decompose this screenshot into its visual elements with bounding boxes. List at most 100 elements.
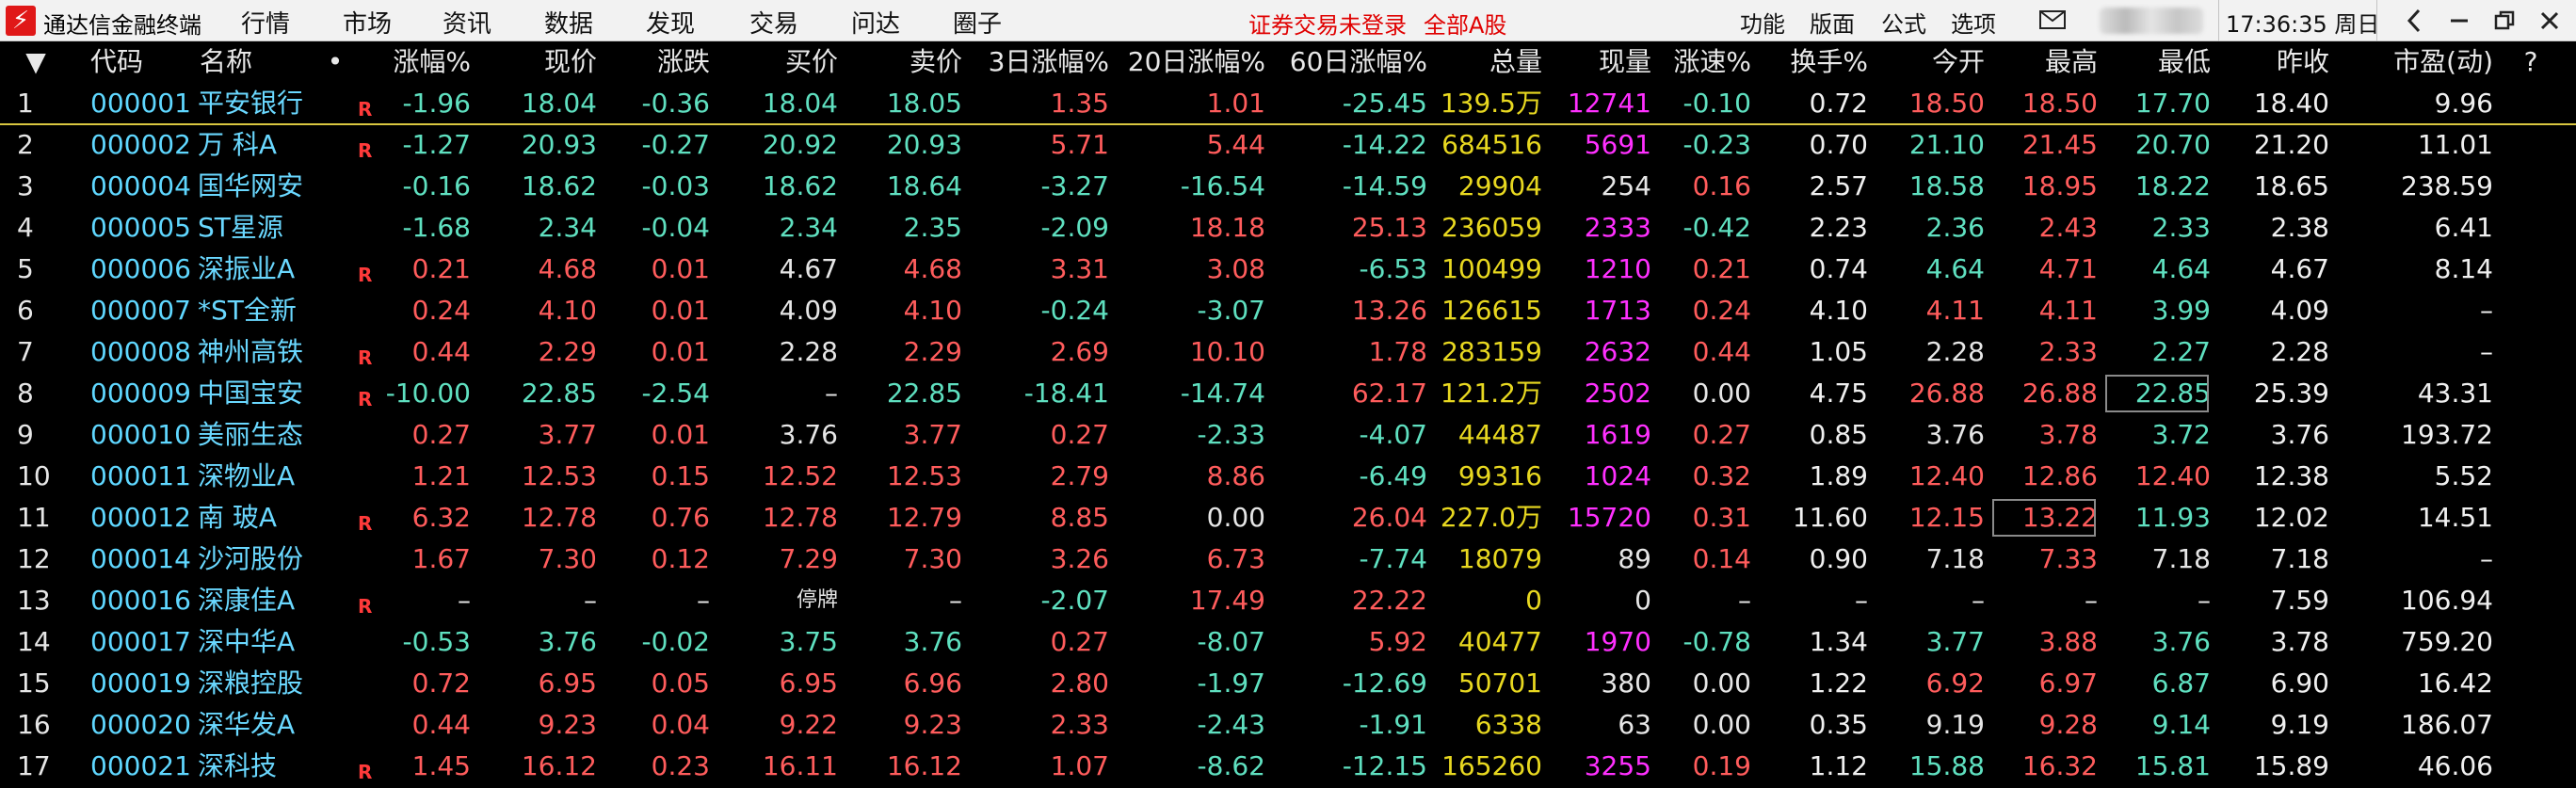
header-speed[interactable]: 涨速%: [1657, 41, 1751, 83]
header-turnover[interactable]: 换手%: [1757, 41, 1868, 83]
menu-news[interactable]: 资讯: [443, 5, 491, 40]
quote-table[interactable]: ▼ 代码 名称 • 涨幅% 现价 涨跌 买价 卖价 3日涨幅% 20日涨幅% 6…: [0, 41, 2576, 788]
cell-d3: 0.27: [1050, 419, 1109, 450]
cell-chg: 0.04: [651, 709, 710, 740]
table-row[interactable]: 12 000014 沙河股份 1.67 7.30 0.12 7.29 7.30 3.26 6.73…: [0, 539, 2576, 580]
menu-trade[interactable]: 交易: [749, 5, 798, 40]
header-pct[interactable]: 涨幅%: [348, 41, 471, 83]
cell-ask: 4.68: [903, 253, 962, 284]
restore-icon[interactable]: [2482, 2, 2527, 40]
cell-chg: 0.01: [651, 253, 710, 284]
cell-cur: 0: [1634, 585, 1651, 616]
cell-prev: 4.09: [2270, 295, 2329, 326]
cell-prev: 25.39: [2253, 378, 2329, 409]
cell-price: 22.85: [521, 378, 597, 409]
table-row[interactable]: 11 000012 南 玻A 6.32 12.78 0.76 12.78 12.79 8.85 0…: [0, 497, 2576, 539]
header-prev-close[interactable]: 昨收: [2216, 41, 2329, 83]
cell-pe: –: [2480, 543, 2493, 574]
cell-d60: -6.53: [1359, 253, 1427, 284]
toolbar-formula[interactable]: 公式: [1881, 6, 1926, 39]
table-row[interactable]: 10 000011 深物业A 1.21 12.53 0.15 12.52 12.53 2.79 8…: [0, 456, 2576, 497]
table-row[interactable]: 13 000016 深康佳A – – – 停牌 – -2.07 17.49 22.22 0 0– – – – –…: [0, 580, 2576, 621]
header-flag[interactable]: •: [324, 41, 346, 83]
toolbar-layout[interactable]: 版面: [1810, 6, 1855, 39]
table-row[interactable]: 6 000007 *ST全新 0.24 4.10 0.01 4.09 4.10 -0.24 -3.…: [0, 290, 2576, 331]
table-row[interactable]: 16 000020 深华发A 0.44 9.23 0.04 9.22 9.23 2.33 -2.4…: [0, 704, 2576, 746]
header-60d[interactable]: 60日涨幅%: [1271, 41, 1427, 83]
header-name[interactable]: 名称: [200, 41, 275, 83]
header-pe[interactable]: 市盈(动): [2335, 41, 2493, 83]
cell-ask: 12.79: [886, 502, 962, 533]
cell-high: 3.88: [2038, 626, 2098, 657]
header-20d[interactable]: 20日涨幅%: [1115, 41, 1265, 83]
table-row[interactable]: 2 000002 万 科A -1.27 20.93 -0.27 20.92 20.93 5.71…: [0, 124, 2576, 166]
header-price[interactable]: 现价: [480, 41, 597, 83]
back-icon[interactable]: [2391, 2, 2437, 40]
cell-idx: 6: [17, 295, 34, 326]
cell-code: 000002: [90, 129, 191, 160]
header-3d[interactable]: 3日涨幅%: [968, 41, 1109, 83]
header-high[interactable]: 最高: [1990, 41, 2098, 83]
cell-name: 深康佳A: [198, 585, 296, 616]
cell-high: –: [2085, 585, 2098, 616]
cell-open: 18.58: [1908, 170, 1985, 201]
table-row[interactable]: 7 000008 神州高铁 0.44 2.29 0.01 2.28 2.29 2.69 10.10…: [0, 331, 2576, 373]
cell-ask: 12.53: [886, 460, 962, 491]
table-row[interactable]: 8 000009 中国宝安 -10.00 22.85 -2.54–22.85 -18.41-…: [0, 373, 2576, 414]
cell-high: 4.11: [2038, 295, 2098, 326]
table-row[interactable]: 1 000001 平安银行 -1.96 18.04 -0.36 18.04 18.05 1.35…: [0, 83, 2576, 124]
cell-d60: -6.49: [1359, 460, 1427, 491]
table-row[interactable]: 9 000010 美丽生态 0.27 3.77 0.01 3.76 3.77 0.27 -2.33…: [0, 414, 2576, 456]
user-avatar[interactable]: [2100, 8, 2203, 34]
mail-icon[interactable]: [2039, 9, 2066, 34]
header-bid[interactable]: 买价: [716, 41, 838, 83]
cell-d3: 8.85: [1050, 502, 1109, 533]
cell-code: 000020: [90, 709, 191, 740]
header-open[interactable]: 今开: [1874, 41, 1985, 83]
header-low[interactable]: 最低: [2103, 41, 2211, 83]
table-row[interactable]: 17 000021 深科技 1.45 16.12 0.23 16.11 16.12 1.07 -8…: [0, 746, 2576, 787]
cell-d20: -2.43: [1197, 709, 1265, 740]
menu-market[interactable]: 市场: [343, 5, 392, 40]
table-row[interactable]: 15 000019 深粮控股 0.72 6.95 0.05 6.95 6.96 2.80 -1.9…: [0, 663, 2576, 704]
menu-quotes[interactable]: 行情: [241, 5, 290, 40]
header-change[interactable]: 涨跌: [603, 41, 710, 83]
menu-discover[interactable]: 发现: [646, 5, 695, 40]
cell-vol: 6338: [1474, 709, 1542, 740]
cell-turn: 0.85: [1809, 419, 1868, 450]
header-cur-volume[interactable]: 现量: [1548, 41, 1651, 83]
header-more[interactable]: ?: [2503, 41, 2559, 83]
cell-d3: -2.07: [1040, 585, 1109, 616]
table-row[interactable]: 4 000005 ST星源 -1.68 2.34 -0.04 2.34 2.35 -2.09 18…: [0, 207, 2576, 249]
cell-d60: -7.74: [1359, 543, 1427, 574]
cell-ask: 2.29: [903, 336, 962, 367]
header-volume[interactable]: 总量: [1433, 41, 1542, 83]
cell-prev: 15.89: [2253, 750, 2329, 781]
cell-low: 3.99: [2151, 295, 2211, 326]
cell-prev: 4.67: [2270, 253, 2329, 284]
board-name[interactable]: 全部A股: [1424, 7, 1506, 40]
menu-ask[interactable]: 问达: [851, 5, 900, 40]
toolbar-function[interactable]: 功能: [1740, 6, 1785, 39]
cell-name: 深科技: [198, 750, 278, 781]
table-row[interactable]: 3 000004 国华网安 -0.16 18.62 -0.03 18.62 18.64 -3.2…: [0, 166, 2576, 207]
cell-ask: 4.10: [903, 295, 962, 326]
trade-login-status[interactable]: 证券交易未登录: [1248, 7, 1407, 40]
table-row[interactable]: 5 000006 深振业A 0.21 4.68 0.01 4.67 4.68 3.31 3.08 -…: [0, 249, 2576, 290]
cell-code: 000007: [90, 295, 191, 326]
toolbar-options[interactable]: 选项: [1951, 6, 1996, 39]
header-code[interactable]: 代码: [90, 41, 166, 83]
cell-price: –: [584, 585, 597, 616]
table-row[interactable]: 14 000017 深中华A -0.53 3.76 -0.02 3.75 3.76 0.27 -8…: [0, 621, 2576, 663]
close-icon[interactable]: [2527, 2, 2572, 40]
menu-data[interactable]: 数据: [544, 5, 593, 40]
menu-circle[interactable]: 圈子: [953, 5, 1002, 40]
cell-code: 000004: [90, 170, 191, 201]
sort-arrow-icon[interactable]: ▼: [17, 41, 55, 83]
cell-price: 12.78: [521, 502, 597, 533]
cell-turn: –: [1855, 585, 1868, 616]
header-ask[interactable]: 卖价: [844, 41, 962, 83]
cell-open: 9.19: [1925, 709, 1985, 740]
minimize-icon[interactable]: [2437, 2, 2482, 40]
cell-idx: 4: [17, 212, 34, 243]
